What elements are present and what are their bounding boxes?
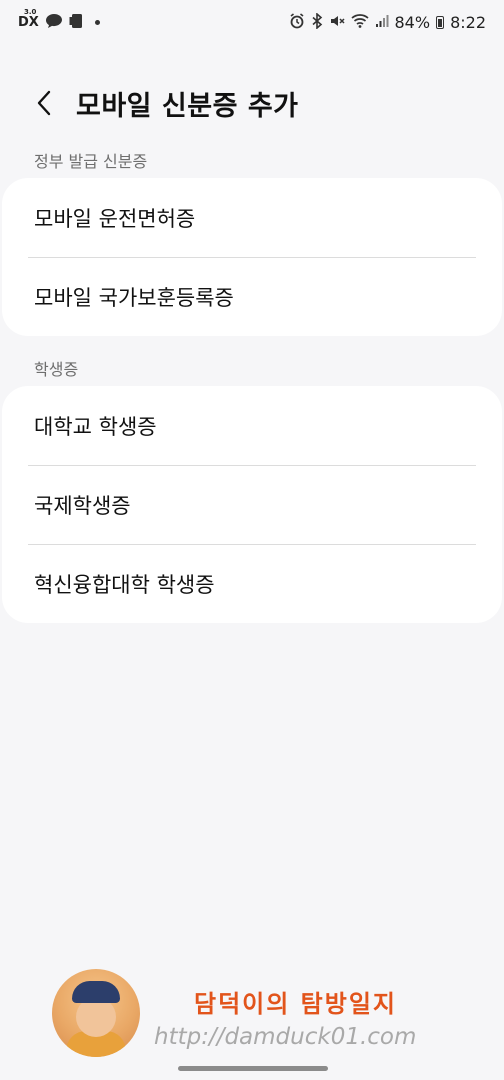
tablet-icon: [69, 13, 83, 32]
blog-watermark: 담덕이의 탐방일지 http://damduck01.com: [52, 966, 452, 1066]
list-item-label: 혁신융합대학 학생증: [34, 572, 215, 597]
dot-icon: [94, 19, 100, 25]
status-right: 84% 8:22: [289, 11, 486, 32]
battery-percent: 84%: [394, 12, 431, 32]
list-item-label: 모바일 국가보훈등록증: [34, 285, 234, 310]
blog-url: http://damduck01.com: [154, 1024, 417, 1050]
avatar: [52, 969, 140, 1057]
list-item-university-student-id[interactable]: 대학교 학생증: [2, 386, 502, 465]
status-time: 8:22: [450, 12, 486, 32]
list-item-label: 국제학생증: [34, 493, 131, 518]
signal-icon: [375, 14, 389, 31]
back-button[interactable]: [24, 83, 64, 123]
blog-name: 담덕이의 탐방일지: [194, 990, 397, 1018]
section-label-student: 학생증: [34, 360, 79, 379]
list-item-label: 모바일 운전면허증: [34, 206, 196, 231]
app-header: 모바일 신분증 추가: [0, 80, 504, 126]
list-item-mobile-drivers-license[interactable]: 모바일 운전면허증: [2, 178, 502, 257]
battery-icon: [436, 15, 445, 29]
student-id-card: 대학교 학생증 국제학생증 혁신융합대학 학생증: [2, 386, 502, 623]
home-indicator[interactable]: [178, 1066, 328, 1071]
status-bar: DX 3.0 84% 8:22: [0, 0, 504, 44]
wifi-icon: [350, 13, 369, 32]
list-item-label: 대학교 학생증: [34, 414, 157, 439]
chevron-left-icon: [37, 90, 51, 116]
list-item-veterans-id[interactable]: 모바일 국가보훈등록증: [2, 257, 502, 336]
page-title: 모바일 신분증 추가: [76, 90, 299, 122]
section-label-government: 정부 발급 신분증: [34, 152, 148, 171]
list-item-innovation-university-student-id[interactable]: 혁신융합대학 학생증: [2, 544, 502, 623]
bluetooth-icon: [311, 11, 323, 32]
status-left: DX 3.0: [18, 7, 100, 32]
alarm-icon: [289, 12, 305, 32]
dx-icon: DX 3.0: [18, 7, 39, 30]
chat-icon: [45, 13, 63, 32]
mute-icon: [329, 13, 345, 32]
government-id-card: 모바일 운전면허증 모바일 국가보훈등록증: [2, 178, 502, 336]
list-item-international-student-id[interactable]: 국제학생증: [2, 465, 502, 544]
